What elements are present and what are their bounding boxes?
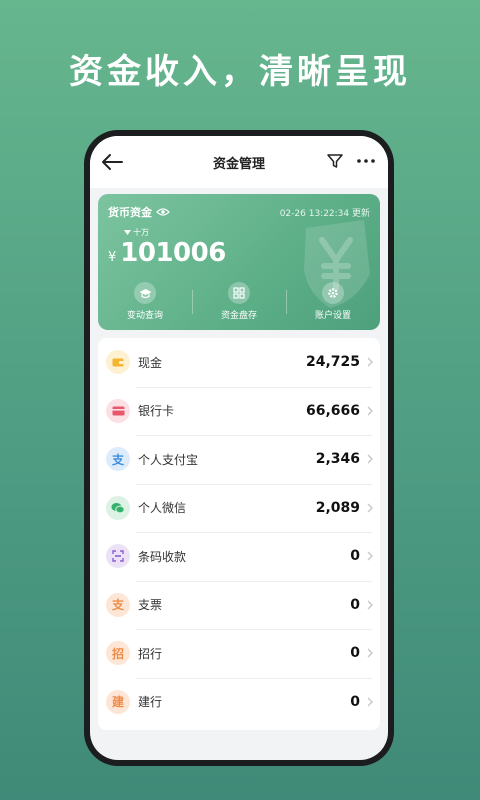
graduation-cap-icon [134, 282, 156, 304]
wallet-icon [106, 350, 130, 375]
action-label: 资金盘存 [220, 311, 257, 321]
action-label: 变动查询 [126, 311, 163, 321]
phone-frame: 资金管理 货币资金 02-26 13:22:34 更新 十万 ¥ 101006 … [84, 130, 394, 766]
account-balance: 24,725 [305, 354, 360, 371]
account-row-alipay[interactable]: 支 个人支付宝 2,346 [98, 435, 380, 484]
amount-value: 101006 [120, 238, 226, 268]
amount-unit: 十万 [124, 227, 149, 238]
account-name: 支票 [138, 598, 163, 613]
account-settings-button[interactable]: 账户设置 [286, 282, 380, 326]
eye-icon[interactable] [156, 207, 170, 217]
alipay-icon: 支 [106, 447, 130, 472]
account-row-cmb[interactable]: 招 招行 0 [98, 629, 380, 678]
account-balance: 66,666 [305, 402, 360, 419]
barcode-scan-icon [106, 544, 130, 569]
currency-funds-card: 货币资金 02-26 13:22:34 更新 十万 ¥ 101006 变动查询 … [98, 194, 380, 330]
cmb-glyph: 招 [111, 646, 124, 661]
action-label: 账户设置 [314, 311, 351, 321]
navbar: 资金管理 [90, 136, 388, 188]
bank-card-icon [106, 398, 130, 423]
chevron-right-icon [367, 600, 373, 610]
cmb-bank-icon: 招 [106, 641, 130, 666]
chevron-right-icon [367, 648, 373, 658]
chevron-right-icon [367, 551, 373, 561]
account-balance: 0 [350, 596, 360, 613]
account-row-barcode[interactable]: 条码收款 0 [98, 532, 380, 581]
card-title-text: 货币资金 [108, 206, 152, 219]
alipay-glyph: 支 [111, 452, 124, 467]
grid-icon [228, 282, 250, 304]
currency-symbol: ¥ [108, 250, 117, 265]
account-name: 建行 [138, 695, 163, 710]
account-balance: 0 [350, 693, 360, 710]
account-name: 现金 [138, 355, 163, 370]
chevron-right-icon [367, 357, 373, 367]
account-row-bank-card[interactable]: 银行卡 66,666 [98, 386, 380, 436]
account-row-cash[interactable]: 现金 24,725 [98, 338, 380, 387]
account-name: 个人支付宝 [138, 452, 199, 467]
phone-screen: 资金管理 货币资金 02-26 13:22:34 更新 十万 ¥ 101006 … [90, 136, 388, 760]
account-balance: 0 [350, 645, 360, 662]
gear-icon [322, 282, 344, 304]
fund-inventory-button[interactable]: 资金盘存 [192, 282, 286, 326]
account-row-wechat[interactable]: 个人微信 2,089 [98, 483, 380, 533]
headline: 资金收入，清晰呈现 [69, 52, 411, 92]
account-name: 个人微信 [138, 501, 187, 516]
filter-icon[interactable] [326, 152, 344, 170]
account-list: 现金 24,725 银行卡 66,666 支 个人支付宝 2,346 个人微信 … [98, 338, 380, 730]
ccb-glyph: 建 [111, 695, 124, 710]
total-amount: ¥ 101006 [108, 238, 226, 268]
account-row-ccb[interactable]: 建 建行 0 [98, 677, 380, 727]
amount-unit-text: 十万 [133, 228, 149, 237]
card-actions: 变动查询 资金盘存 账户设置 [98, 282, 380, 326]
more-horizontal-icon[interactable] [356, 152, 376, 170]
caret-down-icon [124, 230, 131, 235]
cheque-icon: 支 [106, 592, 130, 617]
account-balance: 2,089 [315, 499, 360, 516]
change-query-button[interactable]: 变动查询 [98, 282, 192, 326]
account-name: 条码收款 [138, 549, 187, 564]
chevron-right-icon [367, 697, 373, 707]
account-row-cheque[interactable]: 支 支票 0 [98, 580, 380, 630]
account-balance: 2,346 [315, 451, 360, 468]
chevron-right-icon [367, 406, 373, 416]
account-balance: 0 [350, 548, 360, 565]
ccb-bank-icon: 建 [106, 689, 130, 714]
account-name: 招行 [138, 646, 163, 661]
update-time: 02-26 13:22:34 更新 [279, 209, 370, 219]
account-name: 银行卡 [138, 404, 175, 419]
chevron-right-icon [367, 454, 373, 464]
cheque-glyph: 支 [111, 598, 124, 613]
wechat-icon [106, 495, 130, 520]
card-title: 货币资金 [108, 204, 170, 220]
chevron-right-icon [367, 503, 373, 513]
